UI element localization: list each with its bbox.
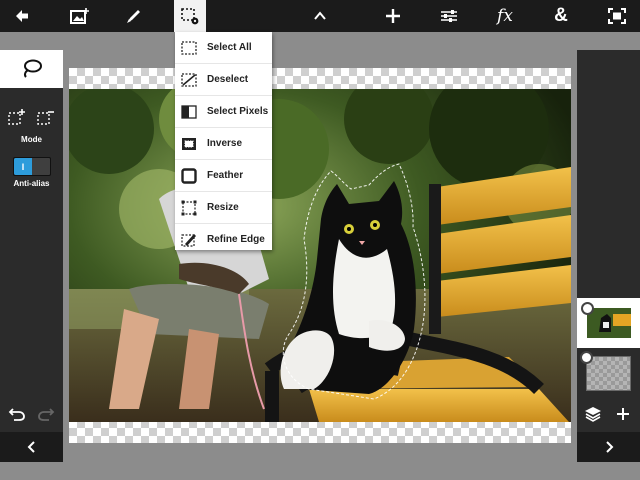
- menu-item-label: Resize: [207, 202, 239, 213]
- menu-item-feather[interactable]: Feather: [175, 159, 272, 191]
- anti-alias-toggle[interactable]: I: [13, 157, 51, 176]
- toggle-on-label: I: [21, 161, 25, 172]
- chevron-right-icon: [605, 441, 613, 453]
- fullscreen-icon[interactable]: [601, 0, 633, 32]
- add-image-icon[interactable]: [64, 0, 96, 32]
- toggle-on-indicator: I: [14, 158, 32, 175]
- top-toolbar: fx &: [0, 0, 640, 32]
- menu-item-select-all[interactable]: Select All: [175, 32, 272, 63]
- refine-edge-icon: [181, 232, 197, 248]
- layer-thumbnail-photo[interactable]: [577, 298, 640, 348]
- feather-icon: [181, 167, 197, 184]
- add-icon[interactable]: [377, 0, 409, 32]
- adjustments-icon[interactable]: [433, 0, 465, 32]
- menu-item-label: Select All: [207, 42, 252, 53]
- effects-icon[interactable]: fx: [489, 0, 521, 32]
- lasso-icon: [23, 59, 42, 78]
- brush-icon[interactable]: [118, 0, 150, 32]
- back-arrow-icon[interactable]: [6, 0, 38, 32]
- menu-item-resize[interactable]: Resize: [175, 191, 272, 223]
- add-layer-icon[interactable]: [609, 402, 637, 426]
- menu-item-inverse[interactable]: Inverse: [175, 127, 272, 159]
- menu-item-label: Inverse: [207, 138, 243, 149]
- select-pixels-icon: [181, 104, 197, 120]
- deselect-icon: [181, 72, 197, 88]
- collapse-left-panel-button[interactable]: [0, 432, 63, 462]
- layer-visibility-pin-icon[interactable]: [580, 351, 593, 364]
- selection-menu: Select All Deselect Select Pixels Invers…: [175, 32, 272, 250]
- layers-icon[interactable]: [579, 402, 607, 426]
- layer-thumbnail-transparent[interactable]: [586, 356, 631, 391]
- mode-label: Mode: [21, 135, 42, 144]
- lasso-tool-button[interactable]: [0, 50, 63, 88]
- subtract-from-selection-icon[interactable]: [36, 108, 56, 128]
- resize-icon: [181, 200, 197, 216]
- select-all-icon: [181, 40, 197, 56]
- anti-alias-label: Anti-alias: [13, 179, 50, 188]
- redo-icon[interactable]: [32, 402, 60, 426]
- chevron-up-icon[interactable]: [304, 0, 336, 32]
- layer-visibility-pin-icon[interactable]: [581, 302, 594, 315]
- menu-item-deselect[interactable]: Deselect: [175, 63, 272, 95]
- selection-tools-icon[interactable]: [174, 0, 206, 32]
- menu-item-select-pixels[interactable]: Select Pixels: [175, 95, 272, 127]
- left-tool-panel: Mode I Anti-alias: [0, 50, 63, 462]
- inverse-icon: [181, 136, 197, 152]
- layers-panel: [577, 50, 640, 462]
- menu-item-refine-edge[interactable]: Refine Edge: [175, 223, 272, 255]
- collapse-right-panel-button[interactable]: [577, 432, 640, 462]
- blend-icon[interactable]: &: [545, 0, 577, 32]
- chevron-left-icon: [27, 441, 35, 453]
- undo-icon[interactable]: [3, 402, 31, 426]
- menu-item-label: Refine Edge: [207, 234, 265, 245]
- add-to-selection-icon[interactable]: [7, 108, 27, 128]
- menu-item-label: Select Pixels: [207, 106, 269, 117]
- image-canvas[interactable]: [69, 68, 571, 443]
- photo-cat-on-bench: [69, 89, 571, 422]
- menu-item-label: Feather: [207, 170, 244, 181]
- menu-item-label: Deselect: [207, 74, 249, 85]
